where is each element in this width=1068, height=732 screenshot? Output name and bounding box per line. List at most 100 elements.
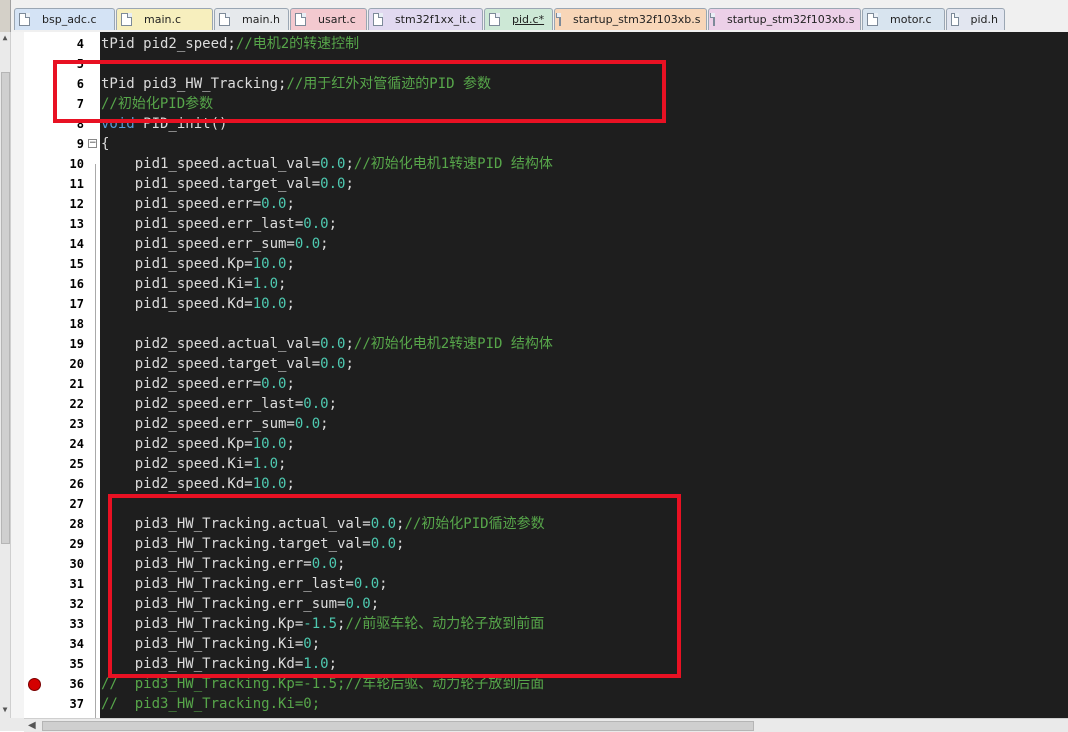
- line-number: 11: [69, 177, 84, 191]
- code-line[interactable]: // pid3_HW_Tracking.Ki=0;: [100, 694, 1068, 714]
- code-line[interactable]: pid3_HW_Tracking.actual_val=0.0;//初始化PID…: [100, 514, 1068, 534]
- code-line[interactable]: //初始化PID参数: [100, 94, 1068, 114]
- code-token: tPid pid3_HW_Tracking;: [101, 76, 287, 92]
- code-text[interactable]: pid2_speed.err_sum=0.0;: [101, 414, 329, 434]
- code-line[interactable]: [100, 314, 1068, 334]
- file-tab[interactable]: pid.c*: [484, 8, 553, 30]
- code-text[interactable]: pid2_speed.err=0.0;: [101, 374, 295, 394]
- code-text[interactable]: pid1_speed.target_val=0.0;: [101, 174, 354, 194]
- fold-guide-line: [95, 164, 96, 718]
- code-line[interactable]: pid2_speed.err=0.0;: [100, 374, 1068, 394]
- code-token: ;: [370, 596, 380, 612]
- code-text[interactable]: pid2_speed.Ki=1.0;: [101, 454, 287, 474]
- code-line[interactable]: pid3_HW_Tracking.Ki=0;: [100, 634, 1068, 654]
- file-tab[interactable]: startup_stm32f103xb.s: [708, 8, 861, 30]
- code-line[interactable]: tPid pid3_HW_Tracking;//用于红外对管循迹的PID 参数: [100, 74, 1068, 94]
- code-text[interactable]: tPid pid3_HW_Tracking;//用于红外对管循迹的PID 参数: [101, 74, 491, 94]
- file-tab[interactable]: startup_stm32f103xb.s: [554, 8, 707, 30]
- code-text[interactable]: pid1_speed.err=0.0;: [101, 194, 295, 214]
- code-text[interactable]: {: [101, 134, 109, 154]
- code-line[interactable]: {: [100, 134, 1068, 154]
- scroll-corner: [0, 718, 24, 731]
- code-line[interactable]: void PID_init(): [100, 114, 1068, 134]
- code-line[interactable]: pid3_HW_Tracking.Kd=1.0;: [100, 654, 1068, 674]
- code-text[interactable]: tPid pid2_speed;//电机2的转速控制: [101, 34, 359, 54]
- code-text[interactable]: // pid3_HW_Tracking.Kp=-1.5;//车轮后驱、动力轮子放…: [101, 674, 544, 694]
- code-token: //用于红外对管循迹的PID 参数: [286, 76, 492, 92]
- file-tab[interactable]: pid.h: [946, 8, 1005, 30]
- code-line[interactable]: pid2_speed.Kp=10.0;: [100, 434, 1068, 454]
- code-text[interactable]: pid3_HW_Tracking.Kp=-1.5;//前驱车轮、动力轮子放到前面: [101, 614, 545, 634]
- code-line[interactable]: pid3_HW_Tracking.Kp=-1.5;//前驱车轮、动力轮子放到前面: [100, 614, 1068, 634]
- line-number: 33: [69, 617, 84, 631]
- code-token: ;: [328, 656, 338, 672]
- code-line[interactable]: pid3_HW_Tracking.err=0.0;: [100, 554, 1068, 574]
- code-line[interactable]: pid2_speed.Ki=1.0;: [100, 454, 1068, 474]
- file-tab[interactable]: main.c: [116, 8, 213, 30]
- code-line[interactable]: [100, 54, 1068, 74]
- line-number: 14: [69, 237, 84, 251]
- code-line[interactable]: // pid3_HW_Tracking.Kp=-1.5;//车轮后驱、动力轮子放…: [100, 674, 1068, 694]
- code-text[interactable]: pid3_HW_Tracking.actual_val=0.0;//初始化PID…: [101, 514, 545, 534]
- code-text[interactable]: // pid3_HW_Tracking.Ki=0;: [101, 694, 320, 714]
- horizontal-scrollbar[interactable]: ◀: [24, 718, 1068, 732]
- code-text[interactable]: pid3_HW_Tracking.Ki=0;: [101, 634, 320, 654]
- code-text[interactable]: pid1_speed.err_last=0.0;: [101, 214, 337, 234]
- code-line[interactable]: [100, 494, 1068, 514]
- code-line[interactable]: pid1_speed.err_last=0.0;: [100, 214, 1068, 234]
- file-tab[interactable]: stm32f1xx_it.c: [368, 8, 483, 30]
- code-line[interactable]: pid1_speed.Kp=10.0;: [100, 254, 1068, 274]
- code-line[interactable]: pid2_speed.err_sum=0.0;: [100, 414, 1068, 434]
- code-line[interactable]: pid3_HW_Tracking.err_sum=0.0;: [100, 594, 1068, 614]
- code-text[interactable]: pid1_speed.Kp=10.0;: [101, 254, 295, 274]
- scroll-left-icon[interactable]: ◀: [28, 720, 36, 731]
- code-editor[interactable]: tPid pid2_speed;//电机2的转速控制 tPid pid3_HW_T…: [100, 32, 1068, 718]
- code-text[interactable]: pid2_speed.target_val=0.0;: [101, 354, 354, 374]
- code-text[interactable]: pid1_speed.Kd=10.0;: [101, 294, 295, 314]
- scroll-up-icon[interactable]: ▲: [1, 34, 9, 42]
- breakpoint-icon[interactable]: [28, 678, 41, 691]
- code-text[interactable]: pid3_HW_Tracking.err=0.0;: [101, 554, 346, 574]
- scroll-down-icon[interactable]: ▼: [1, 706, 9, 714]
- code-text[interactable]: pid3_HW_Tracking.Kd=1.0;: [101, 654, 337, 674]
- file-tab[interactable]: bsp_adc.c: [14, 8, 115, 30]
- code-text[interactable]: pid2_speed.err_last=0.0;: [101, 394, 337, 414]
- file-tab-label: pid.c*: [512, 13, 545, 26]
- code-line[interactable]: pid1_speed.actual_val=0.0;//初始化电机1转速PID …: [100, 154, 1068, 174]
- code-line[interactable]: pid3_HW_Tracking.target_val=0.0;: [100, 534, 1068, 554]
- file-icon: [373, 13, 383, 26]
- vertical-scroll-thumb[interactable]: [1, 72, 10, 544]
- code-line[interactable]: pid2_speed.err_last=0.0;: [100, 394, 1068, 414]
- code-text[interactable]: pid3_HW_Tracking.err_last=0.0;: [101, 574, 388, 594]
- line-number: 20: [69, 357, 84, 371]
- code-line[interactable]: pid2_speed.actual_val=0.0;//初始化电机2转速PID …: [100, 334, 1068, 354]
- code-text[interactable]: pid3_HW_Tracking.target_val=0.0;: [101, 534, 405, 554]
- code-line[interactable]: pid2_speed.target_val=0.0;: [100, 354, 1068, 374]
- code-text[interactable]: pid2_speed.Kd=10.0;: [101, 474, 295, 494]
- file-tab[interactable]: usart.c: [290, 8, 367, 30]
- code-line[interactable]: pid1_speed.Ki=1.0;: [100, 274, 1068, 294]
- file-tab[interactable]: motor.c: [862, 8, 945, 30]
- code-token: //前驱车轮、动力轮子放到前面: [345, 616, 545, 632]
- code-text[interactable]: //初始化PID参数: [101, 94, 213, 114]
- code-line[interactable]: pid1_speed.target_val=0.0;: [100, 174, 1068, 194]
- code-text[interactable]: pid2_speed.Kp=10.0;: [101, 434, 295, 454]
- code-text[interactable]: void PID_init(): [101, 114, 227, 134]
- code-line[interactable]: pid3_HW_Tracking.err_last=0.0;: [100, 574, 1068, 594]
- code-line[interactable]: pid1_speed.err_sum=0.0;: [100, 234, 1068, 254]
- code-text[interactable]: pid1_speed.actual_val=0.0;//初始化电机1转速PID …: [101, 154, 553, 174]
- code-line[interactable]: tPid pid2_speed;//电机2的转速控制: [100, 34, 1068, 54]
- code-text[interactable]: pid1_speed.err_sum=0.0;: [101, 234, 329, 254]
- code-token: 10.0: [252, 256, 287, 272]
- code-text[interactable]: pid3_HW_Tracking.err_sum=0.0;: [101, 594, 379, 614]
- code-text[interactable]: pid2_speed.actual_val=0.0;//初始化电机2转速PID …: [101, 334, 553, 354]
- code-line[interactable]: pid1_speed.err=0.0;: [100, 194, 1068, 214]
- file-tab[interactable]: main.h: [214, 8, 289, 30]
- code-text[interactable]: pid1_speed.Ki=1.0;: [101, 274, 287, 294]
- code-line[interactable]: pid2_speed.Kd=10.0;: [100, 474, 1068, 494]
- fold-toggle-icon[interactable]: −: [88, 139, 97, 148]
- horizontal-scroll-thumb[interactable]: [42, 721, 754, 731]
- code-line[interactable]: pid1_speed.Kd=10.0;: [100, 294, 1068, 314]
- code-token: 10.0: [252, 296, 287, 312]
- vertical-scrollbar[interactable]: ▲ ▼: [0, 32, 11, 718]
